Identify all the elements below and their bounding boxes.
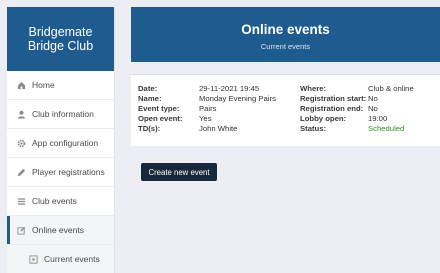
field-label: Registration start: xyxy=(300,94,367,103)
event-details-right: Where: Club & online Registration start: N… xyxy=(300,84,414,134)
page-title: Online events xyxy=(241,22,330,37)
sidebar-item-home[interactable]: Home xyxy=(7,71,114,100)
sidebar-item-label: App configuration xyxy=(32,138,99,148)
field-label: Where: xyxy=(300,84,327,93)
field-label: Status: xyxy=(300,124,327,133)
sidebar-item-club-events[interactable]: Club events xyxy=(7,187,114,216)
field-label: Lobby open: xyxy=(300,114,347,123)
pencil-icon xyxy=(17,168,26,177)
brand-name-line2: Bridge Club xyxy=(27,39,94,53)
sidebar-item-label: Club events xyxy=(32,196,77,206)
page-header: Online events Current events xyxy=(131,7,440,62)
field-value: Monday Evening Pairs xyxy=(199,94,276,103)
status-badge: Scheduled xyxy=(368,124,405,133)
event-row-open: Open event: Yes xyxy=(138,114,276,124)
list-icon xyxy=(17,197,26,206)
user-icon xyxy=(17,110,26,119)
event-row-lobby-open: Lobby open: 19:00 xyxy=(300,114,414,124)
field-label: Event type: xyxy=(138,104,180,113)
field-value: No xyxy=(368,94,378,103)
field-label: TD(s): xyxy=(138,124,161,133)
field-label: Open event: xyxy=(138,114,183,123)
event-details-left: Date: 29-11-2021 19:45 Name: Monday Evenin… xyxy=(138,84,276,134)
field-value: 19:00 xyxy=(368,114,388,123)
event-row-registration-end: Registration end: No xyxy=(300,104,414,114)
field-value: 29-11-2021 19:45 xyxy=(199,84,260,93)
sidebar-item-label: Current events xyxy=(44,254,100,264)
sidebar-item-label: Club information xyxy=(32,109,94,119)
field-value: John White xyxy=(199,124,238,133)
field-label: Registration end: xyxy=(300,104,364,113)
sidebar: Bridgemate Bridge Club Home Club informa… xyxy=(7,7,115,273)
sidebar-item-label: Online events xyxy=(32,225,84,235)
brand-name-line1: Bridgemate xyxy=(28,25,93,39)
sidebar-item-online-events[interactable]: Online events xyxy=(7,216,114,245)
event-card[interactable]: Date: 29-11-2021 19:45 Name: Monday Evenin… xyxy=(131,74,440,146)
play-icon xyxy=(29,254,38,264)
event-row-tds: TD(s): John White xyxy=(138,124,276,134)
event-row-where: Where: Club & online xyxy=(300,84,414,94)
field-value: Yes xyxy=(199,114,212,123)
event-row-date: Date: 29-11-2021 19:45 xyxy=(138,84,276,94)
event-row-status: Status: Scheduled xyxy=(300,124,414,134)
gear-icon xyxy=(17,139,26,148)
sidebar-item-current-events[interactable]: Current events xyxy=(7,245,114,273)
field-label: Name: xyxy=(138,94,162,103)
home-icon xyxy=(17,81,26,90)
event-row-registration-start: Registration start: No xyxy=(300,94,414,104)
sidebar-item-player-registrations[interactable]: Player registrations xyxy=(7,158,114,187)
sidebar-item-app-configuration[interactable]: App configuration xyxy=(7,129,114,158)
sidebar-item-label: Player registrations xyxy=(32,167,105,177)
field-label: Date: xyxy=(138,84,158,93)
field-value: Club & online xyxy=(368,84,414,93)
brand-logo[interactable]: Bridgemate Bridge Club xyxy=(7,7,114,71)
sidebar-item-label: Home xyxy=(32,80,55,90)
edit-icon xyxy=(17,226,26,235)
create-new-event-button[interactable]: Create new event xyxy=(141,163,217,181)
field-value: No xyxy=(368,104,378,113)
sidebar-item-club-information[interactable]: Club information xyxy=(7,100,114,129)
page-subtitle: Current events xyxy=(260,42,311,51)
field-value: Pairs xyxy=(199,104,217,113)
event-row-type: Event type: Pairs xyxy=(138,104,276,114)
event-row-name: Name: Monday Evening Pairs xyxy=(138,94,276,104)
